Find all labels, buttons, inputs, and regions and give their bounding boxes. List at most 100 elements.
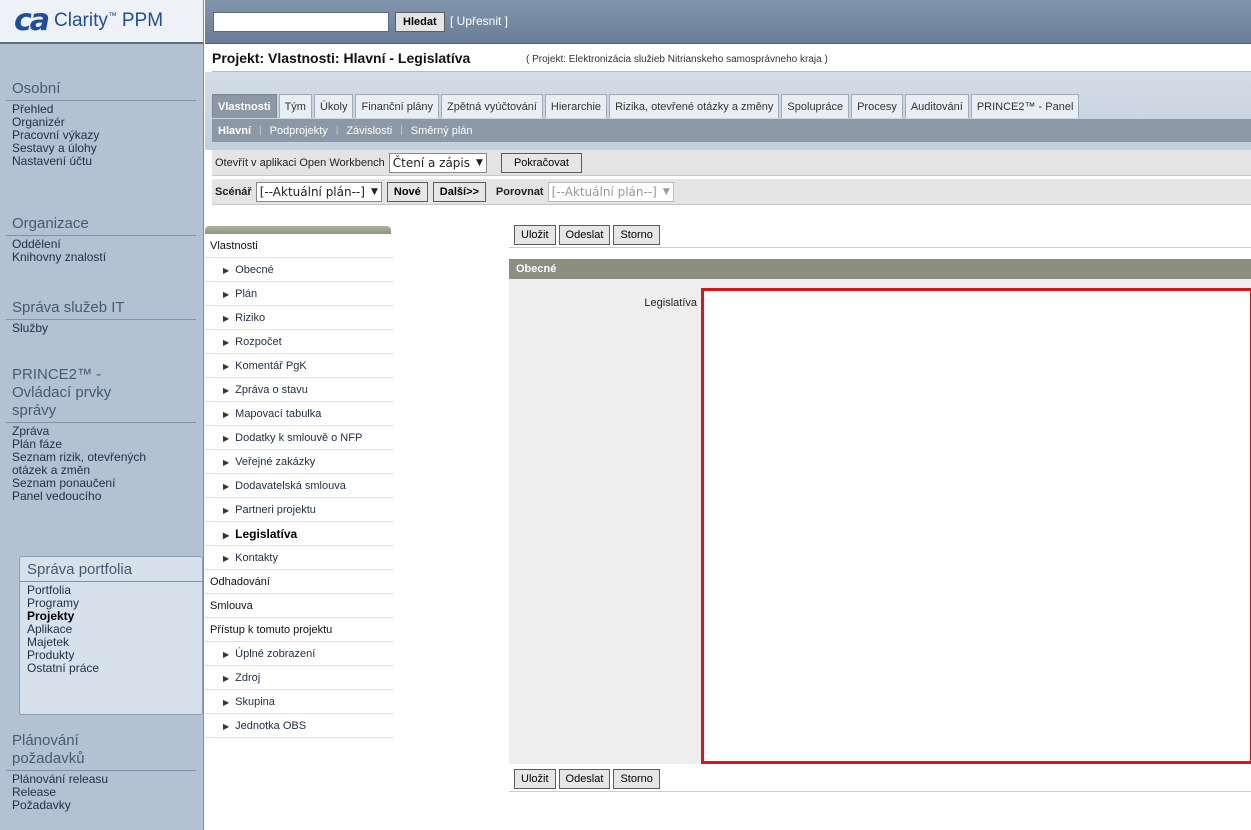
logo[interactable]: ca Clarity™ PPM (0, 0, 203, 44)
tree-item-partneri-projektu[interactable]: ▶ Partneri projektu (205, 498, 393, 522)
tree-item-zdroj[interactable]: ▶ Zdroj (205, 666, 393, 690)
tree-item-legislativa[interactable]: ▶ Legislatíva (205, 522, 393, 546)
expand-arrow-icon: ▶ (223, 674, 230, 683)
tab-vlastnosti[interactable]: Vlastnosti (212, 94, 277, 118)
search-button[interactable]: Hledat (395, 12, 445, 32)
expand-arrow-icon: ▶ (223, 722, 230, 731)
next-button[interactable]: Další>> (432, 181, 486, 202)
property-tree: Vlastnosti ▶ Obecné ▶ Plán ▶ Riziko ▶ Rozpoč… (205, 226, 393, 738)
tab-auditovani[interactable]: Auditování (904, 94, 969, 118)
tree-item-odhadovani[interactable]: Odhadování (205, 570, 393, 594)
subtab-separator: | (400, 125, 403, 136)
logo-product-name: Clarity™ (54, 10, 117, 31)
tab-spoluprace[interactable]: Spolupráce (781, 94, 850, 118)
expand-arrow-icon: ▶ (223, 338, 230, 347)
tab-rizika[interactable]: Rizika, otevřené otázky a změny (609, 94, 780, 118)
nav-section-planovani: Plánování požadavků Plánování releasu Re… (6, 732, 196, 812)
legislativa-field-label: Legislatíva (644, 297, 697, 309)
nav-heading: Správa služeb IT (12, 299, 125, 316)
tree-item-dodatky[interactable]: ▶ Dodatky k smlouvě o NFP (205, 426, 393, 450)
nav-item-panel-vedouciho[interactable]: Panel vedoucího (12, 490, 196, 503)
nav-section-organizace: Organizace Oddělení Knihovny znalostí (6, 215, 196, 264)
logo-suffix: PPM (121, 10, 164, 31)
tree-item-mapovaci-tabulka[interactable]: ▶ Mapovací tabulka (205, 402, 393, 426)
open-workbench-row: Otevřít v aplikaci Open Workbench Čtení … (212, 150, 1251, 176)
tree-item-kontakty[interactable]: ▶ Kontakty (205, 546, 393, 570)
nav-item-ostatni-prace[interactable]: Ostatní práce (27, 662, 202, 675)
tab-ukoly[interactable]: Úkoly (313, 94, 354, 118)
tree-item-pristup[interactable]: Přístup k tomuto projektu (205, 618, 393, 642)
nav-heading: Správa portfolia (27, 561, 133, 578)
nav-heading: Ovládací prvky (12, 384, 112, 401)
subtab-zavislosti[interactable]: Závislosti (346, 125, 392, 137)
new-scenario-button[interactable]: Nové (386, 181, 428, 202)
tree-item-plan[interactable]: ▶ Plán (205, 282, 393, 306)
refine-link[interactable]: [ Upřesnit ] (450, 14, 508, 28)
nav-heading: Plánování (12, 732, 79, 749)
tab-tym[interactable]: Tým (278, 94, 312, 118)
scenario-select[interactable]: [--Aktuální plán--] ▼ (255, 181, 382, 202)
nav-heading: PRINCE2™ - (12, 366, 102, 383)
submit-button[interactable]: Odeslat (558, 224, 611, 245)
tree-item-dodavatelska-smlouva[interactable]: ▶ Dodavatelská smlouva (205, 474, 393, 498)
nav-item-sluzby[interactable]: Služby (12, 322, 196, 335)
submit-button[interactable]: Odeslat (558, 768, 611, 789)
chevron-down-icon: ▼ (370, 186, 378, 197)
tab-prince2-panel[interactable]: PRINCE2™ - Panel (970, 94, 1080, 118)
section-header: Obecné (509, 259, 1251, 279)
nav-item-nastaveni-uctu[interactable]: Nastavení účtu (12, 155, 196, 168)
expand-arrow-icon: ▶ (223, 434, 230, 443)
compare-select[interactable]: [--Aktuální plán--] ▼ (547, 181, 674, 202)
cancel-button[interactable]: Storno (613, 224, 660, 245)
tab-row: Vlastnosti Tým Úkoly Finanční plány Zpět… (212, 94, 1081, 118)
save-button[interactable]: Uložit (514, 768, 556, 789)
legislativa-textarea[interactable] (701, 288, 1251, 764)
tree-item-jednotka-obs[interactable]: ▶ Jednotka OBS (205, 714, 393, 738)
continue-button[interactable]: Pokračovat (500, 152, 582, 173)
divider (6, 235, 196, 236)
access-mode-select[interactable]: Čtení a zápis ▼ (388, 152, 487, 173)
tree-item-vlastnosti[interactable]: Vlastnosti (205, 234, 393, 258)
scenario-label: Scénář (215, 185, 252, 198)
nav-item-pozadavky[interactable]: Požadavky (12, 799, 196, 812)
subtab-podprojekty[interactable]: Podprojekty (270, 125, 328, 137)
access-mode-value: Čtení a zápis (392, 155, 471, 170)
cancel-button[interactable]: Storno (613, 768, 660, 789)
tree-item-zprava-o-stavu[interactable]: ▶ Zpráva o stavu (205, 378, 393, 402)
divider (6, 770, 196, 771)
tab-financni-plany[interactable]: Finanční plány (355, 94, 440, 118)
subtab-bar: Hlavní | Podprojekty | Závislosti | Směr… (212, 119, 1251, 142)
compare-label: Porovnat (495, 185, 544, 198)
tree-item-komentar-pgk[interactable]: ▶ Komentář PgK (205, 354, 393, 378)
search-input[interactable] (213, 12, 389, 32)
tree-item-uplne-zobrazeni[interactable]: ▶ Úplné zobrazení (205, 642, 393, 666)
subtab-separator: | (335, 125, 339, 136)
nav-heading: požadavků (12, 750, 85, 767)
tree-item-riziko[interactable]: ▶ Riziko (205, 306, 393, 330)
tab-hierarchie[interactable]: Hierarchie (544, 94, 608, 118)
expand-arrow-icon: ▶ (223, 362, 230, 371)
expand-arrow-icon: ▶ (223, 482, 230, 491)
tree-item-verejne-zakazky[interactable]: ▶ Veřejné zakázky (205, 450, 393, 474)
scenario-row: Scénář [--Aktuální plán--] ▼ Nové Další>… (212, 179, 1251, 205)
nav-section-osobni: Osobní Přehled Organizér Pracovní výkazy… (6, 80, 196, 168)
chevron-down-icon: ▼ (476, 157, 483, 168)
subtab-smerny-plan[interactable]: Směrný plán (411, 125, 473, 137)
save-button[interactable]: Uložit (514, 224, 556, 245)
tab-zpetna-vyuctovani[interactable]: Zpětná vyúčtování (441, 94, 543, 118)
tree-item-smlouva[interactable]: Smlouva (205, 594, 393, 618)
form-toolbar-top: Uložit Odeslat Storno (509, 222, 1251, 248)
page-header: Projekt: Vlastnosti: Hlavní - Legislatív… (212, 46, 1251, 72)
tree-item-rozpocet[interactable]: ▶ Rozpočet (205, 330, 393, 354)
tab-procesy[interactable]: Procesy (851, 94, 903, 118)
expand-arrow-icon: ▶ (223, 531, 230, 540)
tree-item-obecne[interactable]: ▶ Obecné (205, 258, 393, 282)
nav-heading: Organizace (12, 215, 89, 232)
expand-arrow-icon: ▶ (223, 266, 230, 275)
expand-arrow-icon: ▶ (223, 698, 230, 707)
subtab-hlavni[interactable]: Hlavní (218, 125, 251, 137)
tree-header-bar (205, 226, 391, 234)
expand-arrow-icon: ▶ (223, 386, 230, 395)
tree-item-skupina[interactable]: ▶ Skupina (205, 690, 393, 714)
nav-item-knihovny-znalosti[interactable]: Knihovny znalostí (12, 251, 196, 264)
